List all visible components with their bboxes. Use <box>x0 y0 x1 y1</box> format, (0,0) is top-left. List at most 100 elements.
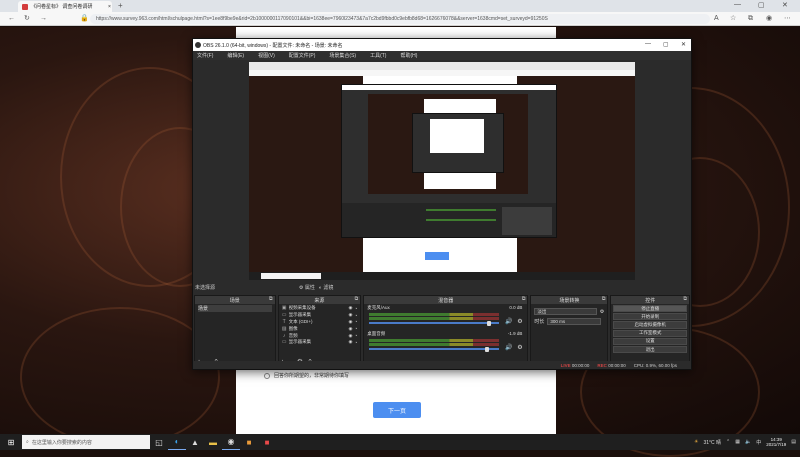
properties-button[interactable]: ⚙ 属性 <box>299 284 315 291</box>
lock-toggle-icon[interactable]: ◔ <box>354 340 357 345</box>
window-minimize-icon[interactable]: — <box>734 1 741 8</box>
gear-icon[interactable]: ⚙ <box>517 344 522 351</box>
gear-icon[interactable]: ⚙ <box>600 309 604 315</box>
windows-start-icon[interactable]: ⊞ <box>0 434 22 450</box>
back-icon[interactable]: ← <box>8 14 15 24</box>
controls-dock-header: 控件 ⧉ <box>611 296 689 304</box>
scene-item[interactable]: 场景 <box>198 305 272 312</box>
speaker-mute-icon[interactable]: 🔊 <box>505 344 512 351</box>
taskbar-search-input[interactable]: ⌕ 在这里输入你要搜索的内容 <box>22 435 150 449</box>
visibility-eye-icon[interactable]: ◉ <box>349 326 353 332</box>
app-icon[interactable]: ■ <box>240 434 258 450</box>
notification-icon[interactable]: ▤ <box>791 439 796 445</box>
menu-file[interactable]: 文件(F) <box>197 52 213 59</box>
input-method-icon[interactable]: 中 <box>756 439 761 446</box>
gear-icon[interactable]: ⚙ <box>517 318 522 325</box>
window-close-icon[interactable]: ✕ <box>782 1 788 9</box>
address-bar[interactable]: https://www.survey.963.com/html/schulpag… <box>90 14 710 24</box>
tray-arrow-icon[interactable]: ⌃ <box>726 439 730 445</box>
dock-popout-icon[interactable]: ⧉ <box>355 296 359 302</box>
refresh-icon[interactable]: ↻ <box>24 14 30 24</box>
obs-statusbar: LIVE 00:00:00 REC 00:00:00 CPU: 0.9%, 60… <box>193 361 691 369</box>
live-time: 00:00:00 <box>571 362 590 368</box>
new-tab-button[interactable]: + <box>118 1 123 10</box>
forward-icon[interactable]: → <box>40 14 47 24</box>
source-item[interactable]: ▨ 图像 ◉ ◔ <box>282 325 357 332</box>
volume-slider[interactable] <box>369 322 500 324</box>
file-explorer-icon[interactable]: ▬ <box>204 434 222 450</box>
weather-icon[interactable]: ☀ <box>694 439 698 445</box>
obs-minimize-icon[interactable]: — <box>645 41 651 47</box>
network-icon[interactable]: ▦ <box>735 439 740 445</box>
rec-indicator: REC <box>597 362 607 368</box>
collections-icon[interactable]: ⧉ <box>748 14 753 24</box>
studio-mode-button[interactable]: 工作室模式 <box>613 329 687 337</box>
mixer-dock-header: 混音器 ⧉ <box>364 296 528 304</box>
window-maximize-icon[interactable]: ▢ <box>758 1 765 9</box>
lock-toggle-icon[interactable]: ◔ <box>354 306 357 311</box>
source-item[interactable]: ♪ 音频 ◉ ◔ <box>282 332 357 339</box>
exit-button[interactable]: 退出 <box>613 345 687 354</box>
settings-button[interactable]: 设置 <box>613 337 687 345</box>
visibility-eye-icon[interactable]: ◉ <box>349 333 353 339</box>
visibility-eye-icon[interactable]: ◉ <box>349 305 353 311</box>
duration-input[interactable]: 300 ms <box>547 318 602 325</box>
lock-toggle-icon[interactable]: ◔ <box>354 326 357 331</box>
source-item[interactable]: T 文本 (GDI+) ◉ ◔ <box>282 319 358 326</box>
volume-meter <box>369 339 500 342</box>
transition-type-select[interactable]: 淡出 <box>534 308 597 315</box>
tab-close-icon[interactable]: × <box>108 4 111 10</box>
source-item[interactable]: ▭ 显示器采集 ◉ ◔ <box>282 339 357 346</box>
volume-icon[interactable]: 🔈 <box>745 439 751 445</box>
dock-popout-icon[interactable]: ⧉ <box>683 296 687 302</box>
obs-maximize-icon[interactable]: ▢ <box>663 41 669 48</box>
app-icon[interactable]: ■ <box>258 434 276 450</box>
system-tray: ☀ 31°C 晴 ⌃ ▦ 🔈 中 14:39 2021/7/19 ▤ <box>694 434 796 450</box>
lock-toggle-icon[interactable]: ◔ <box>354 333 357 338</box>
menu-tools[interactable]: 工具(T) <box>370 52 386 59</box>
menu-help[interactable]: 帮助(H) <box>400 52 417 59</box>
favorite-icon[interactable]: ☆ <box>730 14 736 24</box>
menu-scene-collection[interactable]: 场景集合(S) <box>329 52 356 59</box>
dock-popout-icon[interactable]: ⧉ <box>602 296 606 302</box>
live-indicator: LIVE <box>560 362 571 368</box>
clock[interactable]: 14:39 2021/7/19 <box>766 437 786 448</box>
dock-popout-icon[interactable]: ⧉ <box>522 296 526 302</box>
filters-button[interactable]: ◐ 滤镜 <box>319 284 333 291</box>
source-item[interactable]: ▭ 显示器采集 ◉ ◔ <box>282 312 357 319</box>
reading-mode-icon[interactable]: A <box>714 14 719 24</box>
visibility-eye-icon[interactable]: ◉ <box>349 319 353 325</box>
source-item[interactable]: ▣ 视频采集设备 ◉ ◔ <box>282 305 357 312</box>
stop-streaming-button[interactable]: 停止直播 <box>613 305 687 313</box>
visibility-eye-icon[interactable]: ◉ <box>349 312 353 318</box>
speaker-mute-icon[interactable]: 🔊 <box>505 318 512 325</box>
obs-preview[interactable] <box>249 62 635 280</box>
browser-tab[interactable]: 《问卷星标》 调查问卷调研 × <box>18 1 112 12</box>
cpu-fps-readout: CPU: 0.9%, 60.00 fps <box>633 362 677 368</box>
option-radio[interactable] <box>264 372 270 379</box>
profile-icon[interactable]: ◉ <box>766 14 772 24</box>
next-page-button[interactable]: 下一页 <box>373 402 421 418</box>
menu-profile[interactable]: 配置文件(P) <box>289 52 316 59</box>
volume-slider[interactable] <box>369 348 500 350</box>
lock-toggle-icon[interactable]: ◔ <box>354 313 357 318</box>
task-view-icon[interactable]: ◱ <box>150 434 168 450</box>
transitions-dock-header: 场景转换 ⧉ <box>531 296 608 304</box>
mixer-track-desktop: 桌面音频 -1.9 dB 🔊 ⚙ <box>367 331 524 353</box>
app-icon[interactable]: ▲ <box>186 434 204 450</box>
lock-toggle-icon[interactable]: ◔ <box>354 319 357 324</box>
survey-option[interactable]: 回答你所期望的，非常期待你填写 <box>264 372 349 379</box>
start-recording-button[interactable]: 开始录制 <box>613 313 687 321</box>
more-icon[interactable]: ⋯ <box>784 14 791 24</box>
weather-readout[interactable]: 31°C 晴 <box>703 439 721 446</box>
edge-browser-icon[interactable]: ◐ <box>168 434 186 450</box>
start-virtual-camera-button[interactable]: 启动虚拟摄像机 <box>613 321 687 329</box>
volume-slider-knob[interactable] <box>487 320 492 326</box>
dock-popout-icon[interactable]: ⧉ <box>269 296 273 302</box>
menu-view[interactable]: 视图(V) <box>258 52 275 59</box>
obs-app-icon[interactable]: ◉ <box>222 434 240 450</box>
menu-edit[interactable]: 编辑(E) <box>227 52 244 59</box>
volume-slider-knob[interactable] <box>485 346 490 352</box>
obs-close-icon[interactable]: ✕ <box>681 41 686 48</box>
visibility-eye-icon[interactable]: ◉ <box>349 339 353 345</box>
